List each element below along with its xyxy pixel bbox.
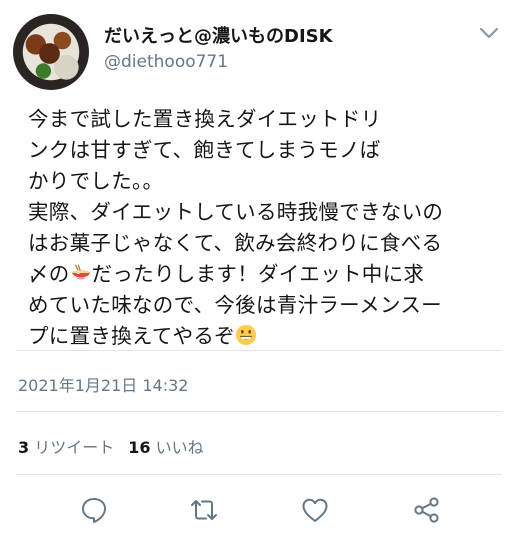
likes-count: 16 [128,438,151,457]
tweet-line: はお菓子じゃなくて、飲み会終わりに食べる [28,231,443,255]
share-button[interactable] [409,492,445,528]
share-icon [414,497,439,523]
retweets-stat[interactable]: 3 リツイート [18,438,114,457]
display-name[interactable]: だいえっと@濃いものDISK [104,22,333,48]
likes-label: いいね [155,438,204,457]
retweets-count: 3 [18,438,30,457]
tweet-line-segment: プに置き換えてやるぞ [28,324,235,348]
tweet-line: 実際、ダイエットしている時我慢できないの [28,200,444,224]
divider [16,411,502,412]
like-icon [302,498,328,522]
retweet-button[interactable] [186,492,222,528]
tweet-line: ンクは甘すぎて、飽きてしまうモノば [28,138,381,162]
tweet-line: 〆の だったりします！ダイエット中に求 [28,259,498,290]
divider [16,350,502,351]
chevron-down-icon[interactable] [478,24,500,42]
like-button[interactable] [297,492,333,528]
tweet-line: めていた味なので、今後は青汁ラーメンスー [28,293,442,317]
tweet-actions [0,492,518,532]
reply-icon [82,498,106,523]
tweet-header: だいえっと@濃いものDISK @diethooo771 [0,0,518,96]
likes-stat[interactable]: 16 いいね [128,438,203,457]
retweets-label: リツイート [34,438,115,457]
divider [16,474,502,475]
tweet-line-segment: だったりします！ダイエット中に求 [91,262,425,286]
user-handle[interactable]: @diethooo771 [104,52,228,72]
tweet-line: プに置き換えてやるぞ [28,321,498,352]
grinning-face-emoji-icon [235,324,257,346]
retweet-icon [191,500,217,520]
avatar[interactable] [13,14,89,90]
tweet-timestamp[interactable]: 2021年1月21日 14:32 [18,372,188,396]
ramen-emoji-icon [71,264,90,280]
tweet-line: かりでした。。 [28,169,164,193]
tweet-stats: 3 リツイート 16 いいね [18,434,204,458]
tweet-line: 今まで試した置き換えダイエットドリ [28,107,382,131]
reply-button[interactable] [76,492,112,528]
tweet-line-segment: 〆の [28,262,70,286]
tweet-text: 今まで試した置き換えダイエットドリ ンクは甘すぎて、飽きてしまうモノば かりでし… [28,104,498,352]
